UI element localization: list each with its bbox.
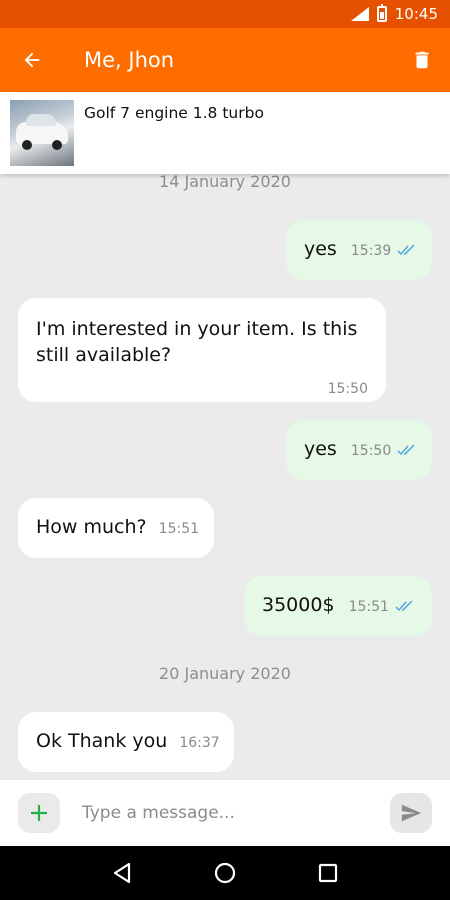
square-recents-icon [319, 863, 338, 883]
double-check-icon [395, 600, 413, 611]
arrow-left-icon [24, 52, 40, 68]
chat-area[interactable]: 14 January 2020 yes 15:39 I'm interested… [0, 174, 450, 780]
message-bubble-outgoing: yes 15:50 [286, 420, 432, 480]
message-composer [0, 780, 450, 846]
date-separator: 14 January 2020 [159, 174, 291, 191]
battery-icon [376, 4, 387, 22]
navigation-bar [0, 846, 450, 900]
message-bubble-incoming: How much? 15:51 [18, 498, 214, 558]
status-time: 10:45 [394, 5, 438, 23]
message-bubble-outgoing: 35000$ 15:51 [244, 576, 432, 636]
listing-thumbnail [10, 100, 74, 166]
nav-home-button[interactable] [205, 853, 245, 893]
attach-button[interactable] [18, 793, 60, 833]
message-time: 15:50 [350, 443, 392, 459]
triangle-back-icon [113, 862, 130, 884]
message-text: yes [304, 238, 337, 260]
message-time: 15:51 [158, 521, 200, 537]
app-bar: Me, Jhon [0, 28, 450, 92]
message-text: yes [304, 438, 337, 460]
send-button[interactable] [390, 793, 432, 833]
message-input[interactable] [82, 803, 390, 823]
double-check-icon [397, 244, 415, 255]
plus-icon [31, 805, 47, 821]
date-separator: 20 January 2020 [159, 664, 291, 683]
conversation-title: Me, Jhon [84, 48, 175, 72]
listing-title: Golf 7 engine 1.8 turbo [84, 104, 264, 122]
double-check-icon [397, 444, 415, 455]
message-time: 15:39 [350, 243, 392, 259]
message-bubble-incoming: I'm interested in your item. Is this sti… [18, 298, 386, 402]
message-text: How much? [36, 516, 147, 538]
nav-back-button[interactable] [102, 853, 142, 893]
status-bar: 10:45 [0, 0, 450, 28]
back-button[interactable] [0, 28, 64, 92]
message-bubble-outgoing: yes 15:39 [286, 220, 432, 280]
circle-home-icon [214, 862, 236, 884]
message-time: 16:37 [179, 735, 220, 751]
listing-card[interactable]: Golf 7 engine 1.8 turbo [0, 92, 450, 174]
message-text: I'm interested in your item. Is this sti… [36, 318, 358, 366]
message-time: 15:50 [327, 381, 368, 397]
signal-icon [350, 7, 369, 21]
message-text: Ok Thank you [36, 730, 168, 752]
trash-icon [415, 51, 429, 69]
message-time: 15:51 [348, 599, 389, 615]
send-icon [401, 804, 422, 822]
delete-conversation-button[interactable] [394, 28, 450, 92]
message-bubble-incoming: Ok Thank you 16:37 [18, 712, 234, 772]
nav-recents-button[interactable] [308, 853, 348, 893]
message-text: 35000$ [262, 594, 335, 616]
